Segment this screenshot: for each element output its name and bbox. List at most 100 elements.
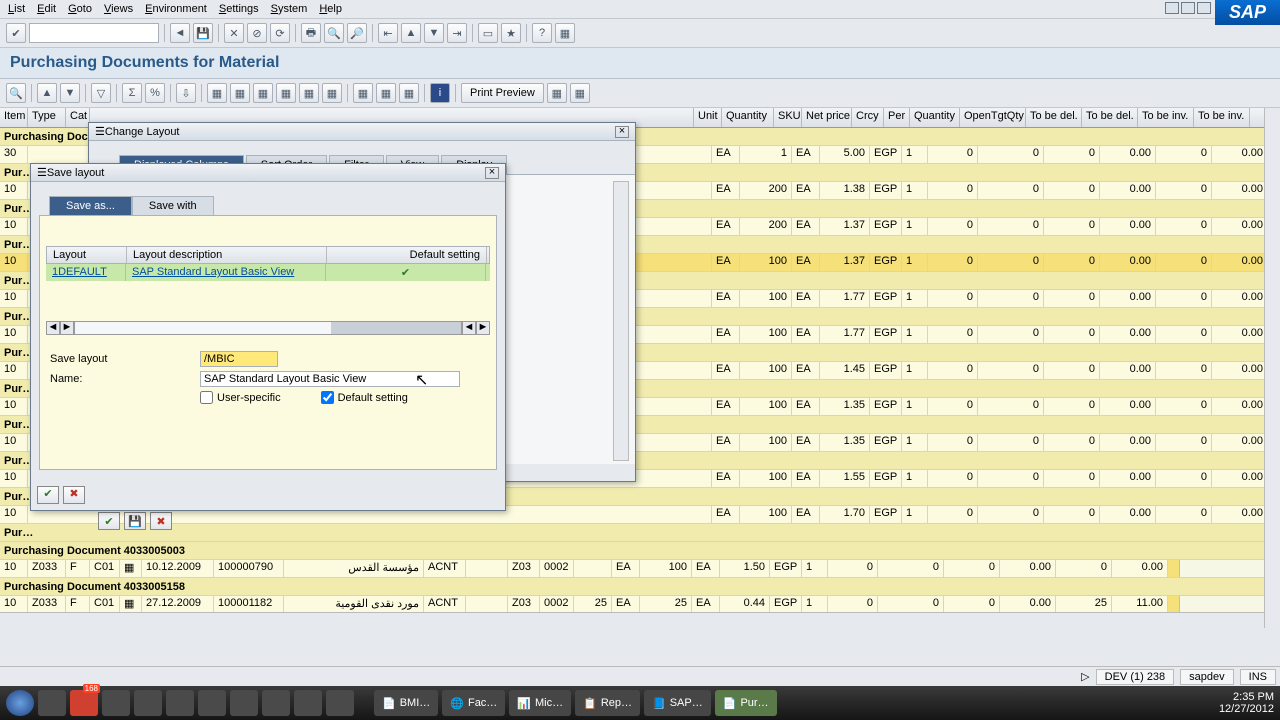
col-type[interactable]: Type [28,108,66,127]
taskbar-icon[interactable] [326,690,354,716]
tab-save-with[interactable]: Save with [132,196,214,215]
col-cat[interactable]: Cat [66,108,90,127]
taskbar-icon[interactable] [294,690,322,716]
extra2-icon[interactable]: ▦ [570,83,590,103]
layout-select-icon[interactable]: ▦ [207,83,227,103]
name-input[interactable] [200,371,460,387]
col-tbd1[interactable]: To be del. [1026,108,1082,127]
first-page-icon[interactable]: ⇤ [378,23,398,43]
taskbar-app-active[interactable]: 📄Pur… [715,690,777,716]
enter-icon[interactable]: ✔ [6,23,26,43]
col-quantity[interactable]: Quantity [722,108,774,127]
layout-change-icon[interactable]: ▦ [230,83,250,103]
close-icon[interactable]: × [485,167,499,179]
start-button[interactable] [6,690,34,716]
status-arrow-icon[interactable]: ▷ [1081,670,1089,683]
deselect-icon[interactable]: ▦ [376,83,396,103]
save-icon[interactable]: 💾 [124,512,146,530]
col-quantity2[interactable]: Quantity [910,108,960,127]
filter-icon[interactable]: ▽ [91,83,111,103]
taskbar-icon[interactable] [134,690,162,716]
ok-button[interactable]: ✔ [37,486,59,504]
layout-manage-icon[interactable]: ▦ [276,83,296,103]
close-icon[interactable] [1197,2,1211,14]
save-layout-input[interactable] [200,351,278,367]
menu-environment[interactable]: Environment [145,3,207,15]
taskbar-app[interactable]: 📄BMI… [374,690,438,716]
menu-list[interactable]: List [8,3,25,15]
th-default[interactable]: Default setting [327,247,487,263]
col-sku[interactable]: SKU [774,108,802,127]
close-icon[interactable]: × [615,126,629,138]
col-tbi2[interactable]: To be inv. [1194,108,1250,127]
col-crcy[interactable]: Crcy [852,108,884,127]
subtotal-icon[interactable]: % [145,83,165,103]
horizontal-scrollbar[interactable] [0,612,1264,628]
col-opentgt[interactable]: OpenTgtQty [960,108,1026,127]
delete-icon[interactable]: ✖ [150,512,172,530]
print-preview-button[interactable]: Print Preview [461,83,544,103]
print-icon[interactable]: 🖶 [301,23,321,43]
exit-icon[interactable]: ✕ [224,23,244,43]
taskbar-clock[interactable]: 2:35 PM12/27/2012 [1219,691,1274,715]
back-icon[interactable]: ◄ [170,23,190,43]
change-layout-scrollbar[interactable] [613,181,629,461]
menu-settings[interactable]: Settings [219,3,259,15]
extra1-icon[interactable]: ▦ [547,83,567,103]
col-tbd2[interactable]: To be del. [1082,108,1138,127]
taskbar-app[interactable]: 🌐Fac… [442,690,505,716]
ok-icon[interactable]: ✔ [98,512,120,530]
layout-id[interactable]: 1DEFAULT [46,264,126,281]
taskbar-icon[interactable] [38,690,66,716]
layout-save-icon[interactable]: ▦ [253,83,273,103]
menu-system[interactable]: System [271,3,308,15]
cancel-icon[interactable]: ⊘ [247,23,267,43]
col-unit[interactable]: Unit [694,108,722,127]
sort-asc-icon[interactable]: ▲ [37,83,57,103]
layout-desc[interactable]: SAP Standard Layout Basic View [126,264,326,281]
col-per[interactable]: Per [884,108,910,127]
taskbar-app[interactable]: 📊Mic… [509,690,571,716]
taskbar-app[interactable]: 📘SAP… [644,690,711,716]
tab-save-as[interactable]: Save as... [49,196,132,215]
taskbar-gmail-icon[interactable]: 168 [70,690,98,716]
minimize-icon[interactable] [1165,2,1179,14]
find-icon[interactable]: 🔍 [324,23,344,43]
menu-views[interactable]: Views [104,3,133,15]
next-page-icon[interactable]: ▼ [424,23,444,43]
user-specific-checkbox[interactable] [200,391,213,404]
layout-row[interactable]: 1DEFAULT SAP Standard Layout Basic View … [46,264,490,281]
refresh-icon[interactable]: ⟳ [270,23,290,43]
menu-edit[interactable]: Edit [37,3,56,15]
sum-icon[interactable]: Σ [122,83,142,103]
menu-goto[interactable]: Goto [68,3,92,15]
last-page-icon[interactable]: ⇥ [447,23,467,43]
prev-page-icon[interactable]: ▲ [401,23,421,43]
taskbar-icon[interactable] [166,690,194,716]
graphic-icon[interactable]: ▦ [299,83,319,103]
col-icon[interactable]: ▦ [399,83,419,103]
layout-icon[interactable]: ▦ [555,23,575,43]
taskbar-icon[interactable] [198,690,226,716]
default-setting-checkbox[interactable] [321,391,334,404]
layout-table-scrollbar[interactable]: ◄► ◄► [46,321,490,335]
taskbar-icon[interactable] [230,690,258,716]
th-description[interactable]: Layout description [127,247,327,263]
info-icon[interactable]: i [430,83,450,103]
details-icon[interactable]: 🔍 [6,83,26,103]
chart-icon[interactable]: ▦ [322,83,342,103]
save-layout-titlebar[interactable]: ☰ Save layout × [31,164,505,182]
export-icon[interactable]: ⇩ [176,83,196,103]
cancel-button[interactable]: ✖ [63,486,85,504]
th-layout[interactable]: Layout [47,247,127,263]
col-tbi1[interactable]: To be inv. [1138,108,1194,127]
select-all-icon[interactable]: ▦ [353,83,373,103]
change-layout-titlebar[interactable]: ☰ Change Layout × [89,123,635,141]
maximize-icon[interactable] [1181,2,1195,14]
col-item[interactable]: Item [0,108,28,127]
sort-desc-icon[interactable]: ▼ [60,83,80,103]
new-session-icon[interactable]: ▭ [478,23,498,43]
find-next-icon[interactable]: 🔎 [347,23,367,43]
shortcut-icon[interactable]: ★ [501,23,521,43]
command-field[interactable] [29,23,159,43]
